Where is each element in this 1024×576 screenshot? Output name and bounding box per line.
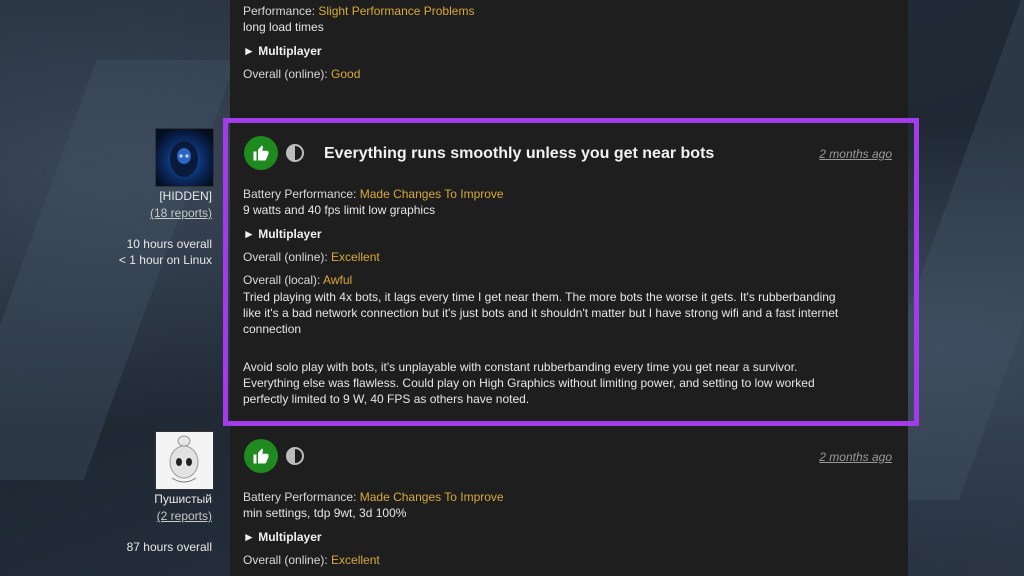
report-date-link[interactable]: 2 months ago (819, 450, 892, 464)
avatar-figure (170, 141, 198, 177)
battery-note: min settings, tdp 9wt, 3d 100% (243, 506, 407, 520)
overall-online-value: Excellent (331, 553, 380, 567)
highlight-frame (223, 118, 919, 426)
user-reports-wrap: (18 reports) (12, 205, 212, 221)
user-name: [HIDDEN] (159, 189, 212, 203)
battery-value: Made Changes To Improve (359, 490, 504, 504)
thumbs-up-icon[interactable] (244, 439, 278, 473)
report-2-body: Battery Performance: Made Changes To Imp… (243, 489, 883, 576)
overall-online-value: Good (331, 67, 361, 81)
hours-linux: < 1 hour on Linux (118, 253, 212, 267)
performance-row: Performance: Slight Performance Problems (243, 3, 474, 19)
user-reports-wrap: (2 reports) (12, 508, 212, 524)
performance-note: long load times (243, 20, 324, 34)
avatar-figure (169, 435, 199, 483)
battery-label: Battery Performance: (243, 490, 357, 504)
thumbs-up-glyph (253, 448, 269, 464)
overall-online-label: Overall (online): (243, 553, 328, 567)
user-name: Пушистый (154, 492, 212, 506)
overall-online-row: Overall (online): Good (243, 66, 360, 82)
battery-row: Battery Performance: Made Changes To Imp… (243, 489, 504, 505)
hours-overall: 10 hours overall (126, 237, 212, 251)
report-top: Performance: Slight Performance Problems… (243, 3, 843, 103)
background-shape (0, 60, 237, 480)
multiplayer-toggle[interactable]: ► Multiplayer (243, 43, 322, 59)
user-reports-link[interactable]: (18 reports) (150, 206, 212, 220)
avatar[interactable] (155, 431, 214, 490)
performance-value: Slight Performance Problems (318, 4, 475, 18)
half-circle-icon (286, 447, 304, 465)
performance-label: Performance: (243, 4, 316, 18)
overall-online-label: Overall (online): (243, 67, 328, 81)
avatar[interactable] (155, 128, 214, 187)
overall-online-row: Overall (online): Excellent (243, 552, 380, 568)
hours-overall: 87 hours overall (126, 540, 212, 554)
multiplayer-toggle[interactable]: ► Multiplayer (243, 529, 322, 545)
user-reports-link[interactable]: (2 reports) (157, 509, 212, 523)
